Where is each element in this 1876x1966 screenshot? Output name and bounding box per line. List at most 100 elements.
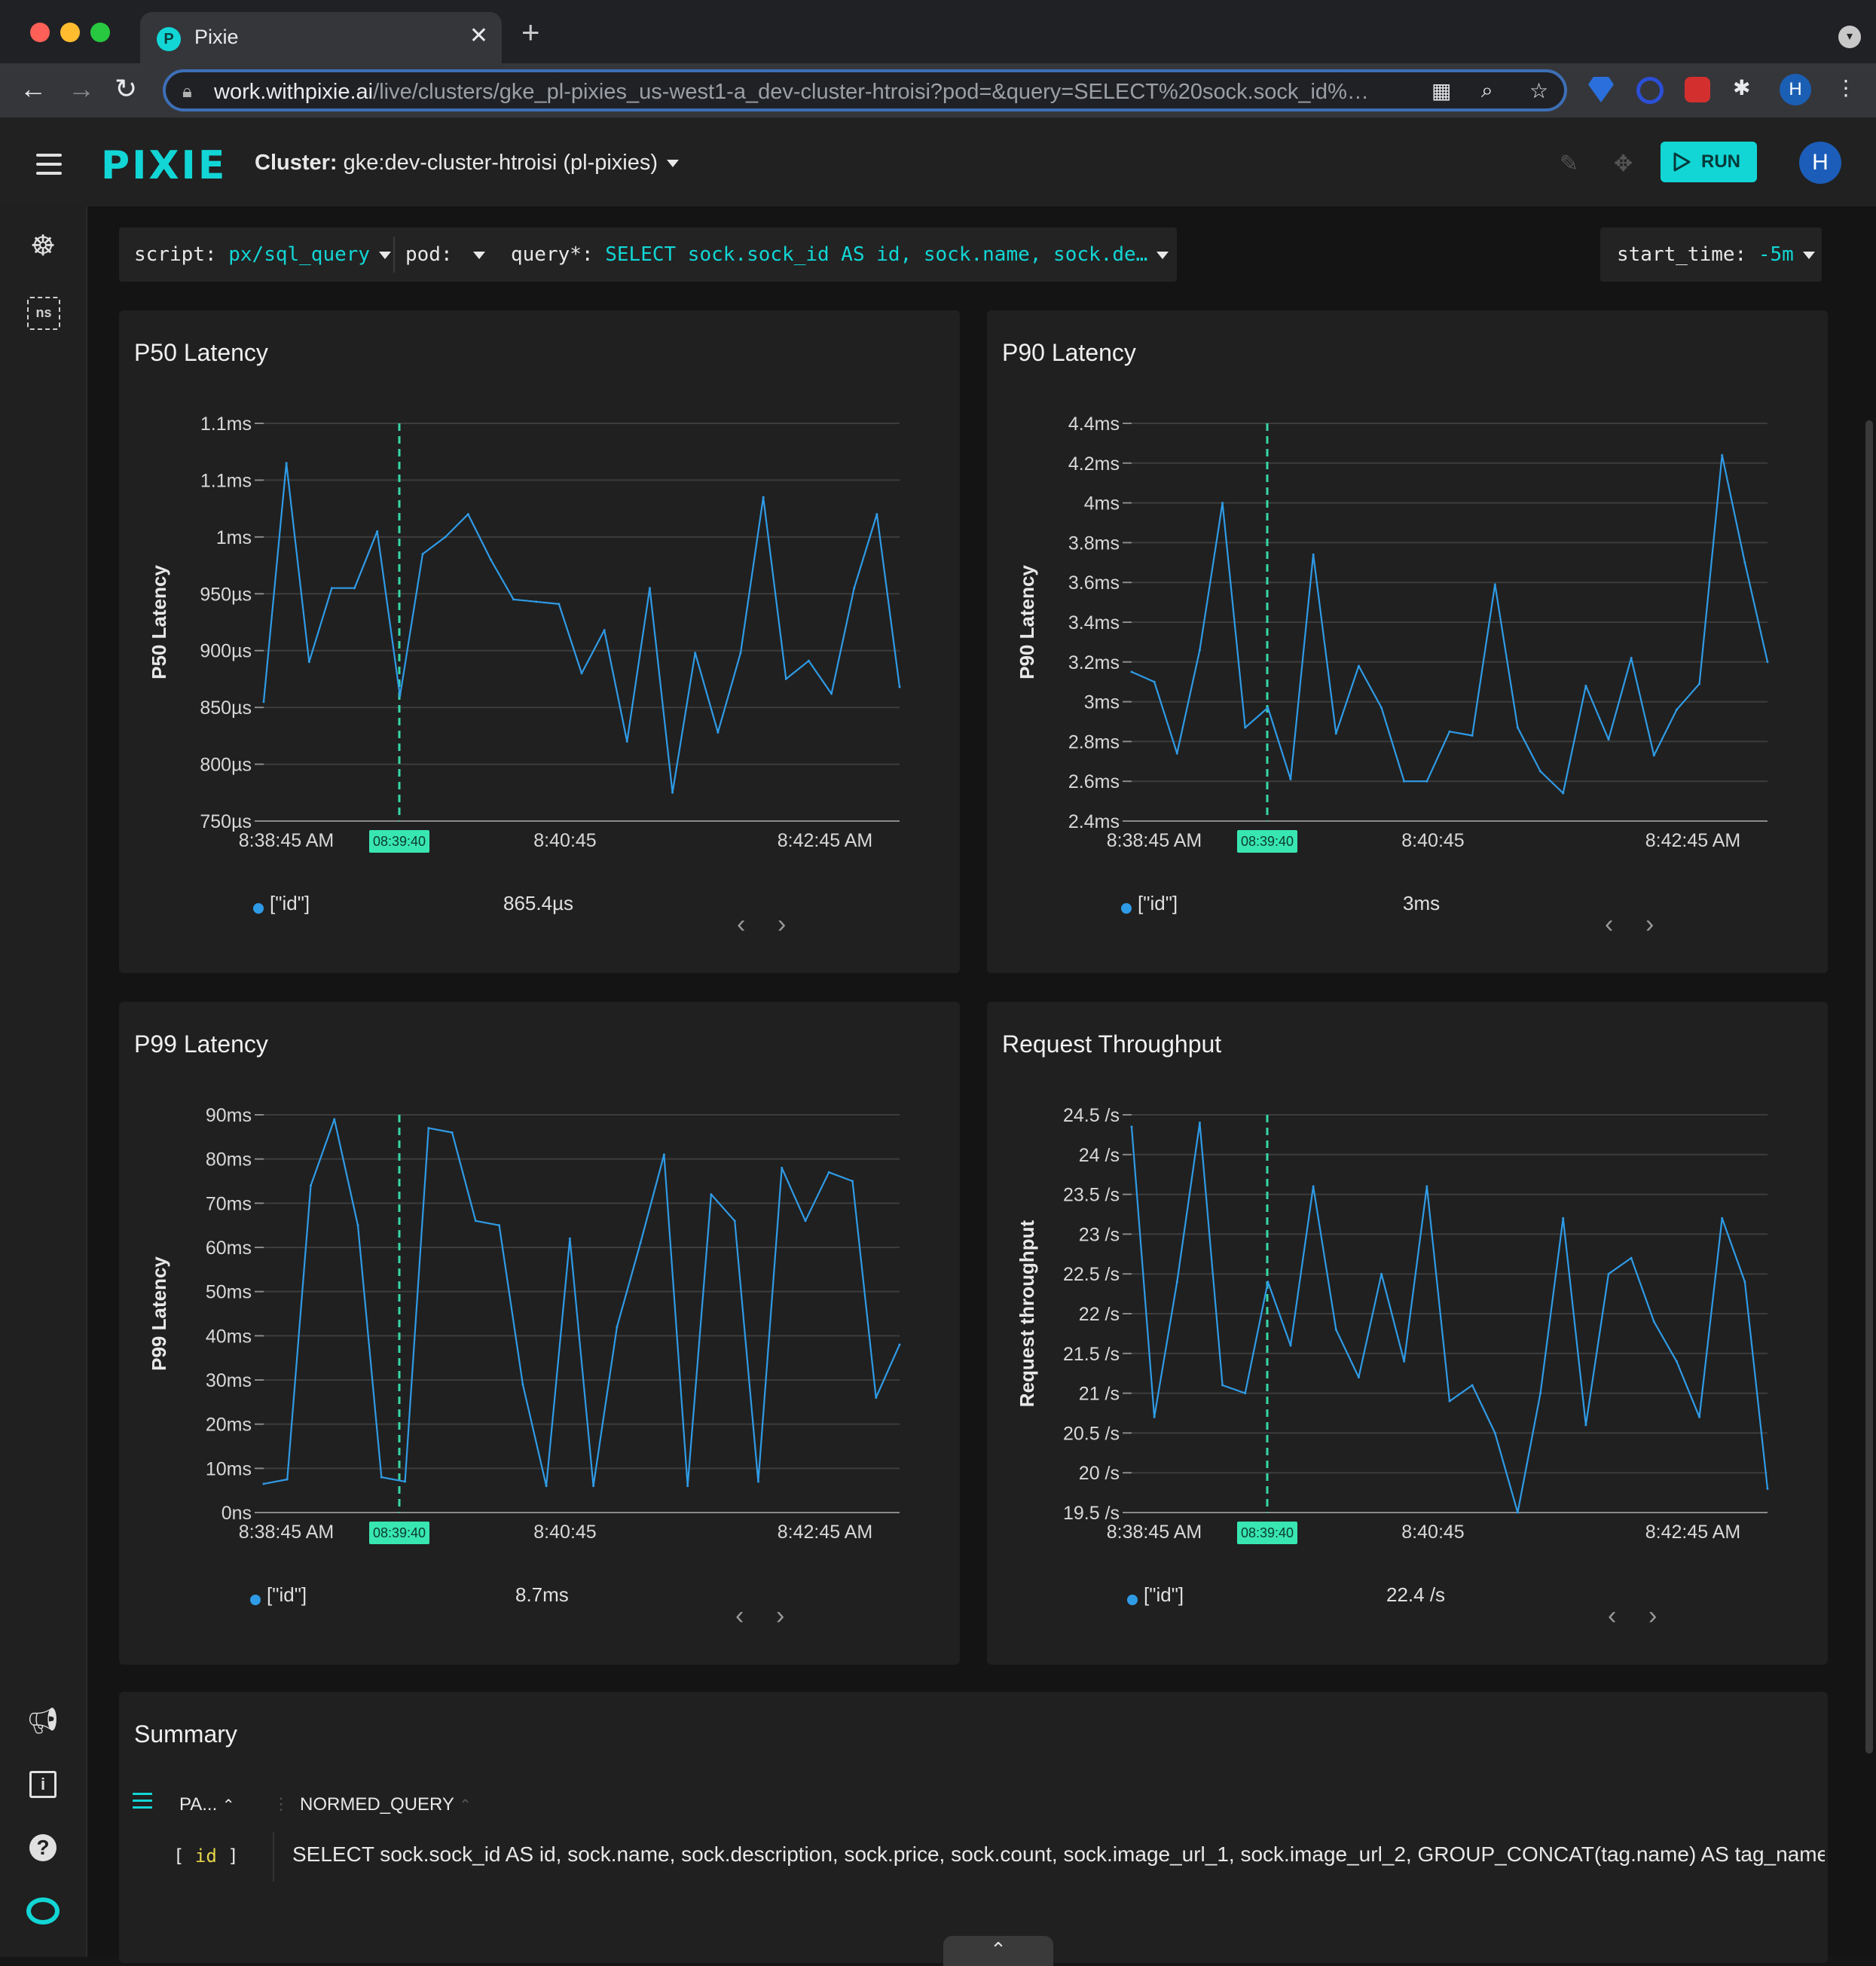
y-tick-label: 80ms xyxy=(206,1149,252,1171)
back-icon[interactable]: ← xyxy=(20,74,47,104)
query-selector[interactable]: query*: SELECT sock.sock_id AS id, sock.… xyxy=(511,227,1169,282)
pod-selector[interactable]: pod: xyxy=(405,227,486,282)
new-tab-icon[interactable]: + xyxy=(521,17,540,48)
extensions-puzzle-icon[interactable]: ✱ xyxy=(1733,75,1750,100)
data-point xyxy=(451,1131,454,1134)
scrollbar[interactable] xyxy=(1861,206,1876,1957)
data-point xyxy=(474,1220,477,1223)
address-bar[interactable]: 🔒︎ work.withpixie.ai/live/clusters/gke_p… xyxy=(163,69,1567,111)
menu-icon[interactable] xyxy=(36,154,62,181)
data-point xyxy=(353,587,356,590)
data-point xyxy=(1221,502,1224,505)
y-axis-title: P50 Latency xyxy=(148,565,170,679)
tab-search-icon[interactable]: ▾ xyxy=(1838,26,1861,48)
namespace-icon[interactable]: ns xyxy=(27,297,60,330)
scrollbar-thumb[interactable] xyxy=(1865,420,1873,1754)
data-point xyxy=(756,1480,759,1483)
request-throughput-chart[interactable]: 24.5 /s 24 /s 23.5 /s 23 /s 22.5 /s 22 /s 21.5… xyxy=(987,1002,1828,1665)
user-avatar[interactable]: H xyxy=(1799,142,1841,184)
close-window-button[interactable] xyxy=(30,23,50,42)
pixie-logo[interactable]: PIXIE xyxy=(101,143,227,188)
y-tick-label: 19.5 /s xyxy=(1063,1503,1120,1524)
legend-label: ["id"] xyxy=(267,1583,307,1606)
forward-icon[interactable]: → xyxy=(68,74,95,104)
extension-red-icon[interactable] xyxy=(1685,77,1710,102)
data-point xyxy=(1289,1344,1292,1347)
data-point xyxy=(1698,1415,1701,1418)
edit-script-icon[interactable]: ✎ xyxy=(1560,151,1578,177)
data-point xyxy=(1334,732,1337,735)
data-point xyxy=(686,1485,689,1488)
data-point xyxy=(1493,1431,1496,1434)
close-tab-icon[interactable]: ✕ xyxy=(469,23,488,49)
sort-asc-icon: ⌃ xyxy=(222,1797,235,1814)
bookmark-star-icon[interactable]: ☆ xyxy=(1529,78,1548,103)
y-tick-label: 4ms xyxy=(1084,493,1120,514)
column-resize-handle[interactable]: ⋮ xyxy=(273,1794,289,1814)
y-tick-label: 23 /s xyxy=(1079,1224,1120,1245)
series-line xyxy=(1130,1122,1769,1514)
run-button[interactable]: RUN xyxy=(1661,142,1757,182)
data-point xyxy=(1266,707,1270,710)
legend-prev-icon[interactable]: ‹ xyxy=(1608,1601,1616,1631)
p90-latency-chart[interactable]: 4.4ms 4.2ms 4ms 3.8ms 3.6ms 3.4ms 3.2ms 3ms 2.8m… xyxy=(987,310,1828,973)
data-point xyxy=(262,1482,265,1485)
help-icon[interactable]: ? xyxy=(26,1830,60,1865)
legend-label: ["id"] xyxy=(1144,1583,1184,1606)
data-point xyxy=(1153,680,1156,683)
script-variables-bar: script: px/sql_query pod: query*: SELECT… xyxy=(119,227,1177,282)
script-selector[interactable]: script: px/sql_query xyxy=(134,227,392,282)
legend-next-icon[interactable]: › xyxy=(1648,1601,1657,1631)
data-point xyxy=(1721,1217,1724,1220)
legend-next-icon[interactable]: › xyxy=(1645,910,1654,939)
expand-drawer-icon[interactable]: ⌃ xyxy=(943,1936,1053,1966)
legend-prev-icon[interactable]: ‹ xyxy=(1605,910,1613,939)
data-point xyxy=(1357,664,1360,667)
legend-next-icon[interactable]: › xyxy=(778,910,786,939)
info-icon[interactable]: i xyxy=(26,1767,60,1802)
legend-next-icon[interactable]: › xyxy=(776,1601,784,1631)
data-point xyxy=(1698,682,1701,685)
data-point xyxy=(1380,1272,1383,1275)
y-tick-label: 1.1ms xyxy=(200,470,252,491)
pixie-status-icon[interactable] xyxy=(26,1894,60,1928)
data-point xyxy=(1652,754,1655,757)
data-point xyxy=(616,1326,619,1329)
data-point xyxy=(1675,708,1678,711)
data-point xyxy=(521,1383,524,1386)
p99-latency-chart[interactable]: 90ms80ms70ms60ms50ms40ms30ms20ms10ms0nsP… xyxy=(119,1002,960,1665)
announcements-icon[interactable]: 📢︎ xyxy=(26,1704,60,1739)
kubernetes-cluster-icon[interactable]: ☸ xyxy=(26,229,60,264)
data-point xyxy=(592,1485,595,1488)
browser-profile-avatar[interactable]: H xyxy=(1780,74,1811,105)
qr-code-icon[interactable]: ▦ xyxy=(1431,78,1451,103)
legend-dot xyxy=(250,1595,261,1605)
p50-latency-chart[interactable]: 1.1ms 1.1ms 1ms 950µs 900µs 850µs 800µs 750µs P5… xyxy=(119,310,960,973)
data-point xyxy=(1175,1281,1178,1284)
extension-gem-icon[interactable] xyxy=(1588,77,1614,102)
legend-prev-icon[interactable]: ‹ xyxy=(735,1601,744,1631)
legend-label: ["id"] xyxy=(270,892,310,914)
extension-ring-icon[interactable] xyxy=(1636,77,1664,104)
cluster-selector[interactable]: Cluster: gke:dev-cluster-htroisi (pl-pix… xyxy=(255,151,680,176)
browser-tab[interactable]: P Pixie ✕ xyxy=(140,12,502,63)
reload-icon[interactable]: ↻ xyxy=(115,74,137,104)
move-icon[interactable]: ✥ xyxy=(1614,151,1633,177)
data-point xyxy=(804,1220,807,1223)
x-tick-label: 8:40:45 xyxy=(1401,830,1464,851)
zoom-icon[interactable]: ⌕ xyxy=(1481,78,1493,103)
start-time-selector[interactable]: start_time: -5m xyxy=(1600,227,1822,282)
legend-prev-icon[interactable]: ‹ xyxy=(737,910,745,939)
minimize-window-button[interactable] xyxy=(60,23,80,42)
browser-menu-icon[interactable]: ⋮ xyxy=(1835,75,1856,100)
data-point xyxy=(671,791,674,794)
maximize-window-button[interactable] xyxy=(90,23,110,42)
column-menu-icon[interactable] xyxy=(133,1793,152,1809)
column-header-normed-query[interactable]: NORMED_QUERY ⌃ xyxy=(300,1794,472,1815)
data-point xyxy=(1153,1415,1156,1418)
data-point xyxy=(1584,684,1587,687)
y-axis-title: Request throughput xyxy=(1016,1220,1038,1407)
data-point xyxy=(1675,1360,1678,1363)
table-cell-normed-query: SELECT sock.sock_id AS id, sock.name, so… xyxy=(292,1842,1825,1866)
column-header-pa[interactable]: PA... ⌃ xyxy=(179,1794,235,1815)
